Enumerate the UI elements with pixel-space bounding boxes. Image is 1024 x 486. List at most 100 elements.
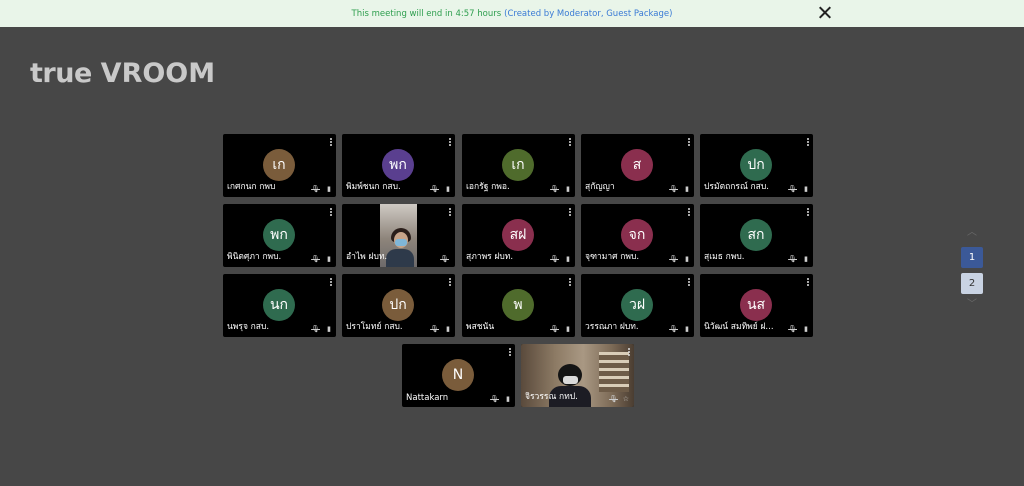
participant-tile[interactable]: สสุกัญญา 🎙 ▮ [581, 134, 694, 197]
participant-tile[interactable]: วฝ วรรณภา ฝบท. 🎙 ▮ [581, 274, 694, 337]
avatar: นก [263, 289, 295, 321]
camera-off-icon: ▮ [566, 255, 570, 263]
participant-name: เกศกนก กพบ [227, 182, 276, 192]
participant-name: จุฑามาศ กพบ. [585, 252, 640, 262]
participant-tile[interactable]: พก พินิตศุภา กพบ. 🎙 ▮ [223, 204, 336, 267]
avatar: ปก [382, 289, 414, 321]
participant-tile[interactable]: จิรวรรณ กทป. 🎙 ☆ [521, 344, 634, 407]
banner-text: This meeting will end in 4:57 hours [351, 8, 502, 19]
more-options-icon[interactable] [330, 208, 332, 216]
participant-tile[interactable]: ปก ปรมัตถกรณ์ กสบ. 🎙 ▮ [700, 134, 813, 197]
avatar: ปก [740, 149, 772, 181]
avatar: ส [621, 149, 653, 181]
participant-name: นิวัฒน์ สมทิพย์ ฝ... [704, 322, 774, 332]
more-options-icon[interactable] [509, 348, 511, 356]
participant-name: สุเมธ กพบ. [704, 252, 745, 262]
participant-name: พินิตศุภา กพบ. [227, 252, 282, 262]
mic-muted-icon: 🎙 [440, 255, 449, 263]
participant-tile[interactable]: สฝ สุภาพร ฝบท. 🎙 ▮ [462, 204, 575, 267]
participant-tile[interactable]: นก นพรุจ กสบ. 🎙 ▮ [223, 274, 336, 337]
avatar: N [442, 359, 474, 391]
mic-muted-icon: 🎙 [788, 255, 797, 263]
banner-package-link[interactable]: (Created by Moderator, Guest Package) [504, 9, 672, 19]
mic-muted-icon: 🎙 [550, 185, 559, 193]
page-1-button[interactable]: 1 [961, 247, 983, 268]
participant-name: เอกรัฐ กพอ. [466, 182, 510, 192]
participant-name: จิรวรรณ กทป. [525, 392, 578, 402]
camera-off-icon: ▮ [685, 325, 689, 333]
participant-name: อำไพ ฝบท. [346, 252, 388, 262]
avatar: เก [502, 149, 534, 181]
participant-tile[interactable]: นส นิวัฒน์ สมทิพย์ ฝ... 🎙 ▮ [700, 274, 813, 337]
avatar: จก [621, 219, 653, 251]
camera-off-icon: ▮ [446, 185, 450, 193]
mic-muted-icon: 🎙 [490, 395, 499, 403]
camera-off-icon: ▮ [804, 255, 808, 263]
participant-tile[interactable]: จก จุฑามาศ กพบ. 🎙 ▮ [581, 204, 694, 267]
more-options-icon[interactable] [449, 208, 451, 216]
participant-tile[interactable]: เก เกศกนก กพบ 🎙 ▮ [223, 134, 336, 197]
participant-name: ปราโมทย์ กสบ. [346, 322, 403, 332]
participant-tile[interactable]: พก พิมพ์ชนก กสบ. 🎙 ▮ [342, 134, 455, 197]
mic-muted-icon: 🎙 [550, 325, 559, 333]
mic-muted-icon: 🎙 [669, 185, 678, 193]
participant-name: สุกัญญา [585, 182, 615, 192]
truevroom-logo: true VROOM [30, 58, 216, 89]
mic-muted-icon: 🎙 [311, 185, 320, 193]
participant-name: พิมพ์ชนก กสบ. [346, 182, 401, 192]
avatar: นส [740, 289, 772, 321]
more-options-icon[interactable] [569, 208, 571, 216]
avatar: พก [382, 149, 414, 181]
participant-tile[interactable]: อำไพ ฝบท. 🎙 [342, 204, 455, 267]
more-options-icon[interactable] [688, 208, 690, 216]
avatar: เก [263, 149, 295, 181]
more-options-icon[interactable] [569, 138, 571, 146]
more-options-icon[interactable] [807, 138, 809, 146]
chevron-down-icon[interactable]: ﹀ [962, 300, 982, 310]
more-options-icon[interactable] [807, 278, 809, 286]
mic-muted-icon: 🎙 [669, 325, 678, 333]
participant-tile[interactable]: เก เอกรัฐ กพอ. 🎙 ▮ [462, 134, 575, 197]
avatar: พก [263, 219, 295, 251]
more-options-icon[interactable] [688, 278, 690, 286]
participant-tile[interactable]: พพสชนัน 🎙 ▮ [462, 274, 575, 337]
mic-muted-icon: 🎙 [669, 255, 678, 263]
participant-name: พสชนัน [466, 322, 495, 332]
mic-muted-icon: 🎙 [430, 325, 439, 333]
meeting-time-banner: This meeting will end in 4:57 hours (Cre… [0, 0, 1024, 27]
camera-off-icon: ▮ [446, 325, 450, 333]
mic-muted-icon: 🎙 [788, 325, 797, 333]
mic-muted-icon: 🎙 [609, 395, 618, 403]
mic-muted-icon: 🎙 [430, 185, 439, 193]
more-options-icon[interactable] [449, 138, 451, 146]
participant-name: ปรมัตถกรณ์ กสบ. [704, 182, 769, 192]
camera-off-icon: ▮ [566, 185, 570, 193]
more-options-icon[interactable] [807, 208, 809, 216]
more-options-icon[interactable] [330, 138, 332, 146]
participant-tile[interactable]: สก สุเมธ กพบ. 🎙 ▮ [700, 204, 813, 267]
participant-name: สุภาพร ฝบท. [466, 252, 514, 262]
more-options-icon[interactable] [688, 138, 690, 146]
camera-off-icon: ▮ [685, 255, 689, 263]
camera-off-icon: ▮ [327, 325, 331, 333]
chevron-up-icon[interactable]: ︿ [962, 228, 982, 238]
camera-off-icon: ▮ [685, 185, 689, 193]
more-options-icon[interactable] [569, 278, 571, 286]
page-2-button[interactable]: 2 [961, 273, 983, 294]
camera-off-icon: ▮ [566, 325, 570, 333]
more-options-icon[interactable] [449, 278, 451, 286]
mic-muted-icon: 🎙 [311, 255, 320, 263]
close-icon[interactable] [816, 4, 834, 22]
camera-off-icon: ▮ [804, 325, 808, 333]
participant-tile[interactable]: ปก ปราโมทย์ กสบ. 🎙 ▮ [342, 274, 455, 337]
camera-off-icon: ▮ [804, 185, 808, 193]
avatar: วฝ [621, 289, 653, 321]
participant-name: Nattakarn [406, 393, 449, 403]
participant-name: วรรณภา ฝบท. [585, 322, 639, 332]
participant-tile[interactable]: N Nattakarn 🎙 ▮ [402, 344, 515, 407]
camera-off-icon: ▮ [506, 395, 510, 403]
more-options-icon[interactable] [628, 348, 630, 356]
more-options-icon[interactable] [330, 278, 332, 286]
avatar: สก [740, 219, 772, 251]
mic-muted-icon: 🎙 [311, 325, 320, 333]
